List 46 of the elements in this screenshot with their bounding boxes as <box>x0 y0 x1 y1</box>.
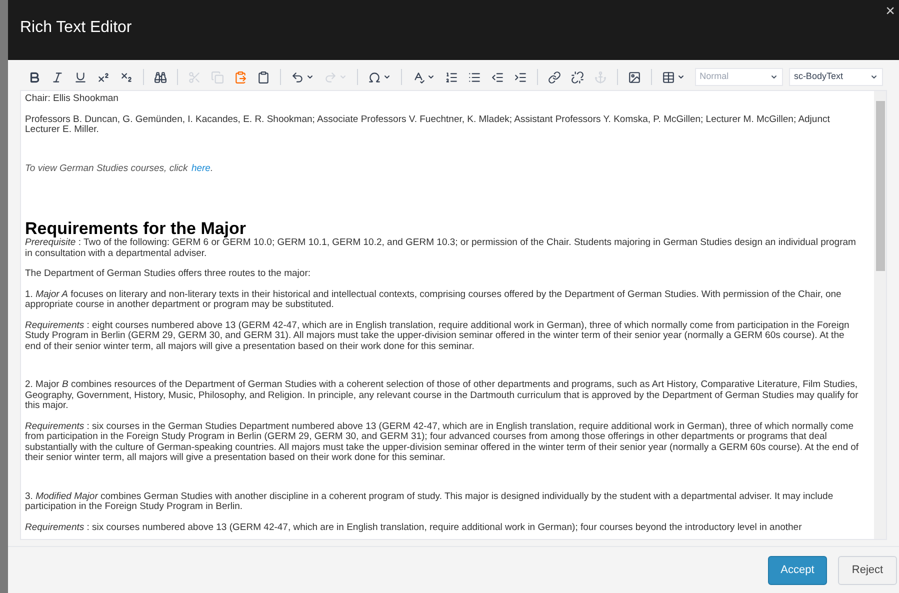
italic-icon <box>51 70 64 84</box>
undo-icon <box>290 70 304 84</box>
table-icon <box>662 70 675 84</box>
anchor-icon <box>594 70 607 84</box>
close-button[interactable]: × <box>886 4 895 20</box>
link-icon <box>548 70 561 84</box>
clipboard-paste-icon <box>234 70 247 84</box>
unlink-icon <box>570 70 584 84</box>
scissors-icon <box>188 70 201 84</box>
bold-icon <box>28 70 41 84</box>
paragraph-end: . <box>210 164 214 174</box>
paragraph: 3. Modified Major combines German Studies with another discipline in a coherent program of study. This major is designed individually by the student with a departmental adviser. It may include participation in the Foreign Study Program in Berlin. <box>25 492 834 512</box>
superscript-icon <box>97 70 110 84</box>
paragraph: Requirements : six courses in the German Studies Department numbered above 13 (GERM 42-47, which are in English translation, require additional work in German), three of which normally come from participation in the Foreign Study Program in Berlin (GERM 29, GERM 30, and GERM 31); four advanced courses from among those offerings in other departments or programs that deal substantially with the culture of German-speaking countries. All majors must take the upper-division seminar offered in the winter term of their senior year (normally a GERM 60s course). At the end of their senior winter term, all majors will give a presentation based on their work done for this seminar. <box>25 422 860 464</box>
outdent-icon <box>490 70 504 84</box>
paragraph: Professors B. Duncan, G. Gemünden, I. Kacandes, E. R. Shookman; Associate Professors V. Fuechtner, K. Mladek; Assistant Professors Y. Komska, P. McGillen; Lecturer M. McGillen; Adjunct Lecturer E. Miller. <box>25 114 831 136</box>
numbered-list-icon <box>444 70 458 84</box>
paragraph: Prerequisite : Two of the following: GERM 6 or GERM 10.0; GERM 10.1, GERM 10.2, and GERM 10.3; or permission of the Chair. Students majoring in German Studies design an individual program in consultation with a departmental adviser. <box>25 238 857 259</box>
section-heading: Requirements for the Major <box>25 220 248 238</box>
clipboard-icon <box>256 70 270 84</box>
window-title: Rich Text Editor <box>20 18 132 38</box>
redo-icon <box>324 70 337 84</box>
paragraph: Requirements : eight courses numbered above 13 (GERM 42-47, which are in English translation, require additional work in German), three of which normally come from participation in the Foreign Study Program in Berlin (GERM 29, GERM 30, and GERM 31). All majors must take the upper-division seminar offered in the winter term of their senior year (normally a GERM 60s course). At the end of their senior winter term, all majors will give a presentation based on their work done for this seminar. <box>25 320 850 352</box>
caret-icon <box>770 73 778 81</box>
omega-icon <box>368 70 381 84</box>
accept-button[interactable]: Accept <box>768 556 827 584</box>
paragraph: Requirements : six courses numbered above 13 (GERM 42-47, which are in English translation, require additional work in German); four courses beyond the introductory level in another <box>25 522 803 533</box>
courses-link[interactable]: here <box>191 164 210 174</box>
underline-icon <box>74 70 87 84</box>
format-select[interactable]: sc-BodyText <box>788 68 883 86</box>
caret-icon <box>870 73 878 81</box>
paragraph: Chair: Ellis Shookman <box>25 94 120 104</box>
scrollbar[interactable] <box>874 91 886 539</box>
binoculars-icon <box>154 70 167 84</box>
paragraph: The Department of German Studies offers three routes to the major: <box>25 269 312 280</box>
spellcheck-icon <box>412 70 425 84</box>
paragraph: 2. Major B combines resources of the Department of German Studies with a coherent selection of those of other departments and programs, such as Art History, Comparative Literature, Film Studies, Geography, Government, History, Music, Philosophy, and Religion. In principle, any relevant course in the Dartmouth curriculum that is approved by the Department of German Studies may qualify for this major. <box>25 380 860 412</box>
copy-icon <box>210 70 224 84</box>
reject-button[interactable]: Reject <box>838 556 897 584</box>
image-icon <box>628 70 641 84</box>
editor-area[interactable] <box>20 90 887 540</box>
indent-icon <box>514 70 527 84</box>
subscript-icon <box>120 70 133 84</box>
paragraph: To view German Studies courses, click <box>25 164 189 174</box>
bullet-list-icon <box>468 70 481 84</box>
paragraph: 1. Major A focuses on literary and non-literary texts in their historical and intellectual contexts, comprising courses offered by the Department of German Studies. With permission of the Chair, one appropriate course in another department or program may be substituted. <box>25 290 842 310</box>
